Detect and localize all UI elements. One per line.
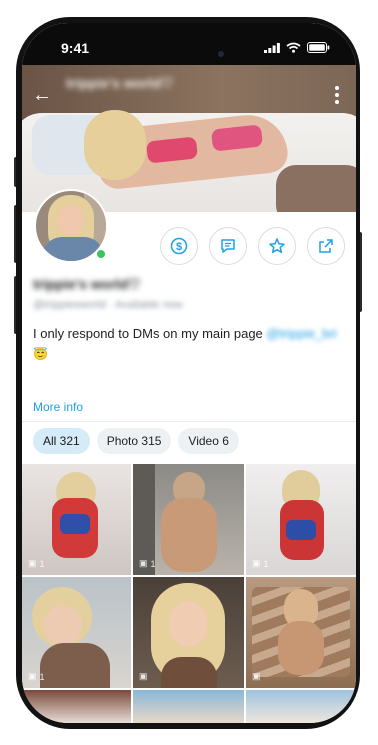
handle: @trippiesworld [33,299,106,311]
message-icon [221,239,235,253]
favorite-button[interactable] [258,227,296,265]
media-count: 1 [39,558,45,569]
camera-dot [218,51,224,57]
filter-photo[interactable]: Photo 315 [96,428,172,454]
media-tile[interactable]: ▣ 1 [22,577,131,688]
media-count: 1 [263,558,269,569]
bio-text: I only respond to DMs on my main page [33,326,267,341]
media-tile[interactable]: ▣ [246,577,356,688]
media-tile[interactable]: ▣ [133,577,244,688]
media-count: 1 [150,558,156,569]
bio-emoji: 😇 [33,347,48,361]
share-button[interactable] [307,227,345,265]
profile-actions: $ [160,227,345,265]
media-filters: All 321 Photo 315 Video 6 [33,428,239,454]
back-arrow-icon[interactable]: ← [32,83,56,107]
display-name: trippie's world♡ [33,276,141,292]
cover-display-name: trippie's world♡ [66,75,174,91]
image-icon: ▣ [252,671,261,681]
filter-video[interactable]: Video 6 [178,428,239,454]
media-tile[interactable] [133,690,244,723]
divider [22,421,356,422]
status-icons [264,42,330,53]
media-badge: ▣ 1 [28,558,45,569]
media-tile[interactable]: ▣ 1 [246,464,356,575]
media-count: 1 [39,671,45,682]
media-tile[interactable] [22,690,131,723]
media-tile[interactable] [246,690,356,723]
wifi-icon [286,42,301,53]
image-icon: ▣ [139,558,148,568]
screen: 9:41 ← trippie's world♡ $ trippie's worl… [22,23,356,723]
media-badge: ▣ [252,671,264,682]
share-icon [319,239,333,253]
media-badge: ▣ 1 [28,671,45,682]
image-icon: ▣ [28,558,37,568]
dollar-icon: $ [170,237,188,255]
media-badge: ▣ 1 [252,558,269,569]
image-icon: ▣ [139,671,148,681]
bio-link[interactable]: @trippie_bri [266,326,336,341]
more-info-link[interactable]: More info [33,400,83,414]
availability: Available now [115,299,183,311]
bio: I only respond to DMs on my main page @t… [33,325,345,363]
media-tile[interactable]: ▣ 1 [22,464,131,575]
profile-info: trippie's world♡ @trippiesworld · Availa… [33,276,345,363]
status-bar: 9:41 [22,23,356,65]
star-icon [269,238,285,254]
image-icon: ▣ [252,558,261,568]
media-badge: ▣ [139,671,151,682]
image-icon: ▣ [28,671,37,681]
handle-line: @trippiesworld · Available now [33,299,183,311]
more-menu-icon[interactable] [328,83,346,107]
media-grid: ▣ 1 ▣ 1 ▣ 1 ▣ 1 ▣ ▣ [22,464,356,688]
svg-text:$: $ [176,241,182,253]
battery-icon [307,42,330,53]
tip-button[interactable]: $ [160,227,198,265]
online-status-dot [95,248,107,260]
media-badge: ▣ 1 [139,558,156,569]
status-time: 9:41 [61,40,90,56]
media-tile[interactable]: ▣ 1 [133,464,244,575]
filter-all[interactable]: All 321 [33,428,90,454]
cover-title: trippie's world♡ [66,75,186,103]
media-grid-next-row [22,690,356,723]
message-button[interactable] [209,227,247,265]
signal-icon [264,42,280,53]
